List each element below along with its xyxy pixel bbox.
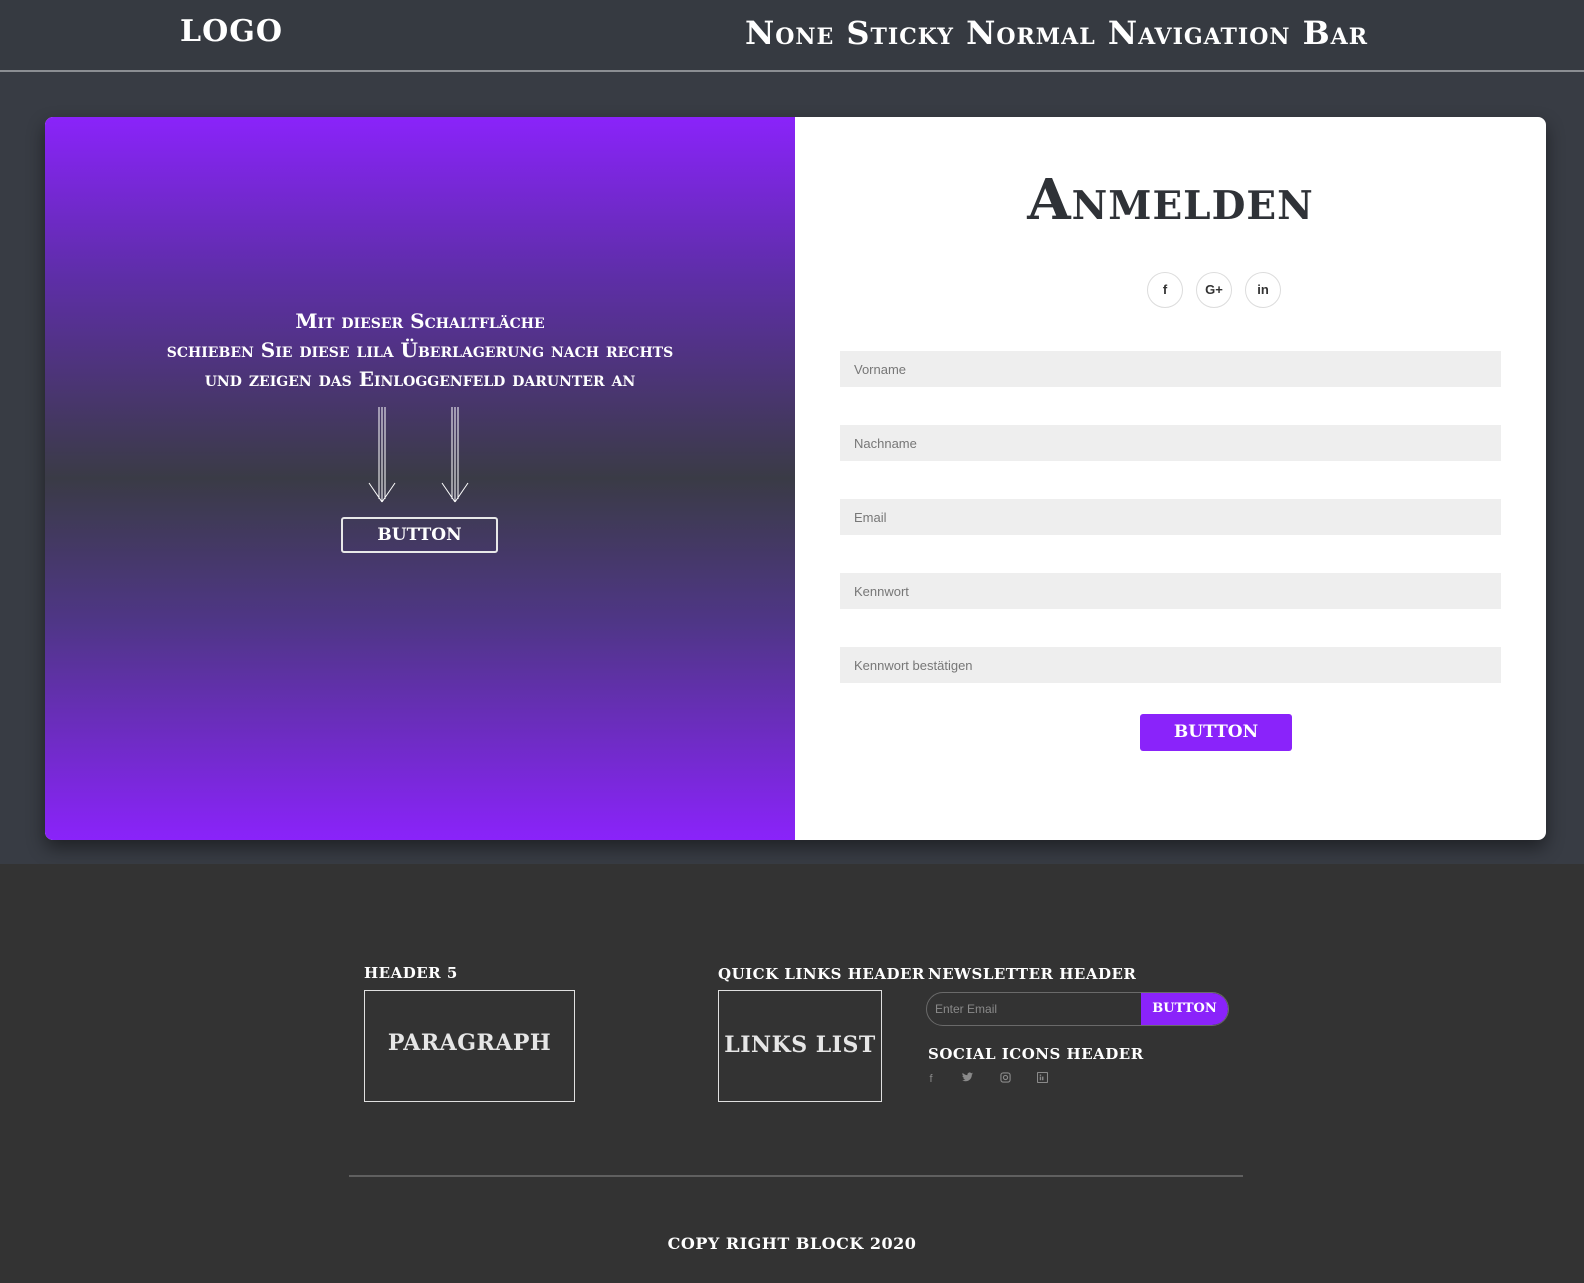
overlay-slide-button[interactable]: BUTTON <box>341 517 498 553</box>
instagram-icon[interactable] <box>998 1072 1012 1086</box>
google-plus-icon[interactable]: G+ <box>1196 272 1232 308</box>
overlay-line: Mit dieser Schaltfläche <box>295 309 545 333</box>
footer-divider <box>349 1175 1243 1177</box>
footer: HEADER 5 PARAGRAPH QUICK LINKS HEADER LI… <box>0 864 1584 1283</box>
signup-card: Mit dieser Schaltfläche schieben Sie die… <box>45 117 1546 840</box>
linkedin-icon[interactable] <box>1035 1071 1049 1086</box>
newsletter-header: NEWSLETTER HEADER <box>928 965 1137 983</box>
links-list[interactable]: LINKS LIST <box>718 990 882 1102</box>
form-title: Anmelden <box>1027 167 1314 233</box>
signup-form: Anmelden f G+ in BUTTON <box>795 117 1546 840</box>
copyright: COPY RIGHT BLOCK 2020 <box>667 1234 917 1253</box>
linkedin-icon[interactable]: in <box>1245 272 1281 308</box>
email-field[interactable] <box>840 499 1501 535</box>
arrow-down-icon <box>441 407 469 503</box>
main-section: Mit dieser Schaltfläche schieben Sie die… <box>0 72 1584 864</box>
arrow-down-icon <box>368 407 396 503</box>
quick-links-header: QUICK LINKS HEADER <box>718 965 925 983</box>
last-name-field[interactable] <box>840 425 1501 461</box>
first-name-field[interactable] <box>840 351 1501 387</box>
facebook-icon[interactable]: f <box>924 1072 938 1086</box>
navbar: LOGO None Sticky Normal Navigation Bar <box>0 0 1584 72</box>
footer-paragraph: PARAGRAPH <box>364 990 575 1102</box>
newsletter-email-input[interactable] <box>927 993 1142 1025</box>
confirm-password-field[interactable] <box>840 647 1501 683</box>
newsletter-subscribe-button[interactable]: BUTTON <box>1141 993 1228 1025</box>
social-icons-header: SOCIAL ICONS HEADER <box>928 1045 1144 1063</box>
submit-button[interactable]: BUTTON <box>1140 714 1292 751</box>
facebook-icon[interactable]: f <box>1147 272 1183 308</box>
newsletter-form: BUTTON <box>926 992 1229 1026</box>
twitter-icon[interactable] <box>960 1072 974 1086</box>
password-field[interactable] <box>840 573 1501 609</box>
overlay-line: und zeigen das Einloggenfeld darunter an <box>204 367 636 391</box>
footer-header: HEADER 5 <box>364 964 458 982</box>
logo[interactable]: LOGO <box>180 14 283 49</box>
purple-overlay: Mit dieser Schaltfläche schieben Sie die… <box>45 117 795 840</box>
nav-title: None Sticky Normal Navigation Bar <box>745 14 1369 52</box>
overlay-line: schieben Sie diese lila Überlagerung nac… <box>166 338 674 362</box>
overlay-text: Mit dieser Schaltfläche schieben Sie die… <box>45 307 795 394</box>
